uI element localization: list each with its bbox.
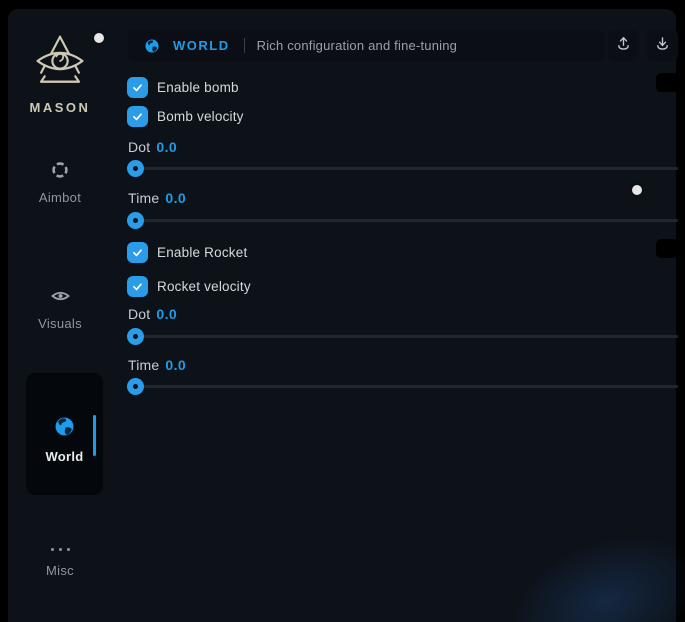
dot-slider-track[interactable] [127,167,678,170]
enable-bomb-checkbox[interactable] [127,77,148,98]
sidebar-item-label: World [45,449,83,464]
slider-name: Time [128,190,159,206]
logo: MASON [8,33,112,115]
slider-value: 0.0 [156,139,177,155]
check-icon [131,81,144,94]
slider-name: Dot [128,306,150,322]
slider-label-time: Time 0.0 [128,190,186,206]
slider-label-dot: Dot 0.0 [128,306,177,322]
slider-label-time: Time 0.0 [128,357,186,373]
logo-title: MASON [30,100,91,115]
time-slider-track[interactable] [127,385,678,388]
app-window: MASON Aimbot Visuals [8,9,676,622]
ellipsis-icon [51,541,70,557]
checkbox-label: Rocket velocity [157,279,251,294]
slider-name: Dot [128,139,150,155]
checkbox-label: Enable bomb [157,80,239,95]
divider [244,38,245,53]
bomb-velocity-checkbox[interactable] [127,106,148,127]
time-slider-track[interactable] [127,219,678,222]
eye-pyramid-icon [33,33,87,94]
dot-slider-thumb[interactable] [127,328,144,345]
rocket-color-swatch[interactable] [656,239,678,258]
time-slider-thumb[interactable] [127,212,144,229]
sidebar-item-aimbot[interactable]: Aimbot [16,161,104,205]
time-slider-thumb[interactable] [127,378,144,395]
slider-value: 0.0 [165,357,186,373]
slider-value: 0.0 [156,306,177,322]
rocket-velocity-checkbox[interactable] [127,276,148,297]
dot-slider-track[interactable] [127,335,678,338]
screen: MASON Aimbot Visuals [0,0,685,622]
corner-glow [456,482,685,622]
eye-icon [51,287,70,310]
sidebar-item-label: Misc [46,563,74,578]
dot-slider-thumb[interactable] [127,160,144,177]
globe-icon [53,415,76,443]
check-icon [131,246,144,259]
globe-icon [144,38,160,54]
sidebar-item-misc[interactable]: Misc [16,541,104,578]
sidebar-item-visuals[interactable]: Visuals [16,287,104,331]
sidebar-item-world[interactable]: World [26,373,103,495]
bomb-color-swatch[interactable] [656,73,678,92]
checkbox-row-rocket-velocity: Rocket velocity [127,276,251,297]
selected-indicator [93,415,96,456]
slider-value: 0.0 [165,190,186,206]
sidebar-item-label: Visuals [38,316,82,331]
slider-name: Time [128,357,159,373]
page-title: WORLD [173,38,230,53]
check-icon [131,280,144,293]
checkbox-row-enable-bomb: Enable bomb [127,77,239,98]
download-icon [654,35,671,57]
checkbox-row-enable-rocket: Enable Rocket [127,242,247,263]
check-icon [131,110,144,123]
slider-label-dot: Dot 0.0 [128,139,177,155]
crosshair-icon [51,161,69,184]
sidebar-item-label: Aimbot [39,190,81,205]
page-subtitle: Rich configuration and fine-tuning [257,38,457,53]
checkbox-row-bomb-velocity: Bomb velocity [127,106,244,127]
download-button[interactable] [647,30,678,61]
checkbox-label: Bomb velocity [157,109,244,124]
upload-button[interactable] [608,30,639,61]
page-header: WORLD Rich configuration and fine-tuning [128,30,605,61]
checkbox-label: Enable Rocket [157,245,247,260]
enable-rocket-checkbox[interactable] [127,242,148,263]
upload-icon [615,35,632,57]
